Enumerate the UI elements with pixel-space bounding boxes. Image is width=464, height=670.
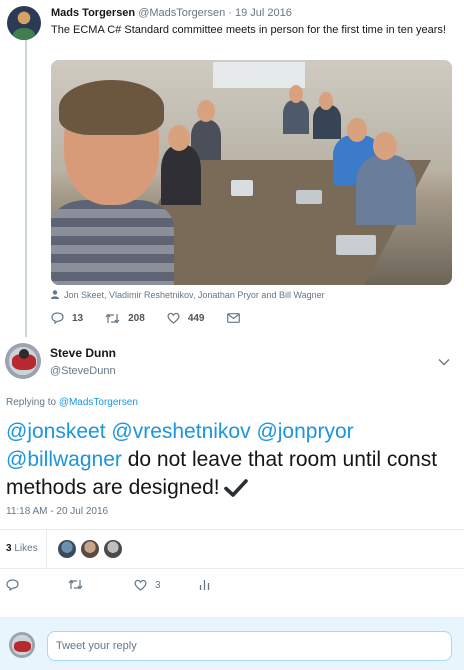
like-button[interactable]: 3 [134, 579, 161, 591]
liker-avatar[interactable] [58, 540, 76, 558]
mention-link[interactable]: @billwagner [6, 448, 122, 471]
divider [46, 530, 47, 568]
quoted-author-name[interactable]: Mads Torgersen [51, 7, 135, 19]
analytics-button[interactable] [199, 579, 210, 591]
retweet-button[interactable]: 208 [105, 313, 145, 324]
dm-icon [226, 313, 240, 323]
likes-count[interactable]: 3 Likes [6, 543, 38, 554]
thread-connector [25, 40, 27, 337]
author-handle[interactable]: @SteveDunn [50, 365, 116, 377]
photo-tagged-people[interactable]: Jon Skeet, Vladimir Reshetnikov, Jonatha… [51, 290, 325, 301]
author-name[interactable]: Steve Dunn [50, 346, 116, 360]
reply-count: 13 [72, 312, 84, 324]
photo-selfie-person [51, 80, 174, 285]
photo-person-head [289, 85, 303, 103]
photo-laptop [231, 180, 253, 196]
retweet-icon [68, 579, 83, 590]
reply-input[interactable] [47, 631, 452, 661]
quoted-author-avatar[interactable] [7, 6, 41, 40]
quoted-tweet-date[interactable]: 19 Jul 2016 [235, 7, 292, 19]
like-count: 449 [187, 312, 205, 324]
likes-label: Likes [14, 543, 38, 554]
photo-shirt [51, 200, 174, 285]
quoted-tweet[interactable]: Mads Torgersen @MadsTorgersen · 19 Jul 2… [0, 0, 464, 337]
mention-link[interactable]: @jonpryor [256, 420, 353, 443]
photo-caption-text: Jon Skeet, Vladimir Reshetnikov, Jonatha… [64, 290, 325, 300]
likes-row: 3 Likes [0, 530, 464, 568]
retweet-count: 208 [128, 312, 145, 324]
analytics-icon [199, 580, 210, 590]
likes-number: 3 [6, 543, 12, 554]
mention-link[interactable]: @jonskeet [6, 420, 106, 443]
reply-icon [51, 312, 64, 324]
liker-avatar[interactable] [104, 540, 122, 558]
quoted-tweet-actions: 13 208 449 [51, 312, 270, 324]
avatar-motorbike [14, 641, 31, 652]
liker-avatar[interactable] [81, 540, 99, 558]
person-icon [51, 290, 59, 301]
replying-to: Replying to @MadsTorgersen [6, 397, 138, 408]
photo-person [356, 155, 416, 225]
author-avatar[interactable] [5, 343, 41, 379]
quoted-tweet-text: The ECMA C# Standard committee meets in … [51, 24, 446, 36]
reply-button[interactable]: 13 [51, 312, 83, 324]
like-icon [134, 579, 147, 591]
photo-person-head [347, 118, 367, 142]
tweet-timestamp[interactable]: 11:18 AM - 20 Jul 2016 [6, 506, 108, 517]
main-tweet-header: Steve Dunn @SteveDunn [0, 337, 464, 387]
retweet-button[interactable] [68, 579, 83, 590]
direct-message-button[interactable] [226, 313, 248, 323]
retweet-icon [105, 313, 120, 323]
photo-person-head [319, 92, 333, 110]
photo-person [313, 105, 341, 139]
photo-laptop [336, 235, 376, 255]
reply-button[interactable] [6, 579, 19, 591]
replying-to-label: Replying to [6, 397, 57, 408]
caret-down-icon[interactable] [438, 353, 450, 371]
reply-composer [0, 617, 464, 670]
photo-laptop [296, 190, 322, 204]
photo-person [283, 100, 309, 134]
photo-person-head [197, 100, 215, 122]
like-icon [167, 312, 180, 324]
quoted-author-handle[interactable]: @MadsTorgersen [138, 7, 225, 19]
mention-link[interactable]: @vreshetnikov [111, 420, 250, 443]
like-count: 3 [155, 579, 161, 591]
tweet-actions: 3 [0, 568, 464, 606]
photo-person-head [373, 132, 397, 160]
tweet-photo[interactable] [51, 60, 452, 285]
photo-hair [59, 80, 164, 135]
header-separator: · [228, 7, 232, 19]
like-button[interactable]: 449 [167, 312, 205, 324]
quoted-tweet-header: Mads Torgersen @MadsTorgersen · 19 Jul 2… [51, 7, 292, 19]
avatar-rider [19, 349, 29, 359]
photo-person-head [168, 125, 190, 151]
check-mark-icon [223, 477, 248, 505]
reply-icon [6, 579, 19, 591]
photo-projector-screen [213, 62, 305, 88]
replying-to-link[interactable]: @MadsTorgersen [59, 397, 138, 408]
current-user-avatar [9, 632, 35, 658]
tweet-text: @jonskeet @vreshetnikov @jonpryor @billw… [6, 418, 456, 505]
